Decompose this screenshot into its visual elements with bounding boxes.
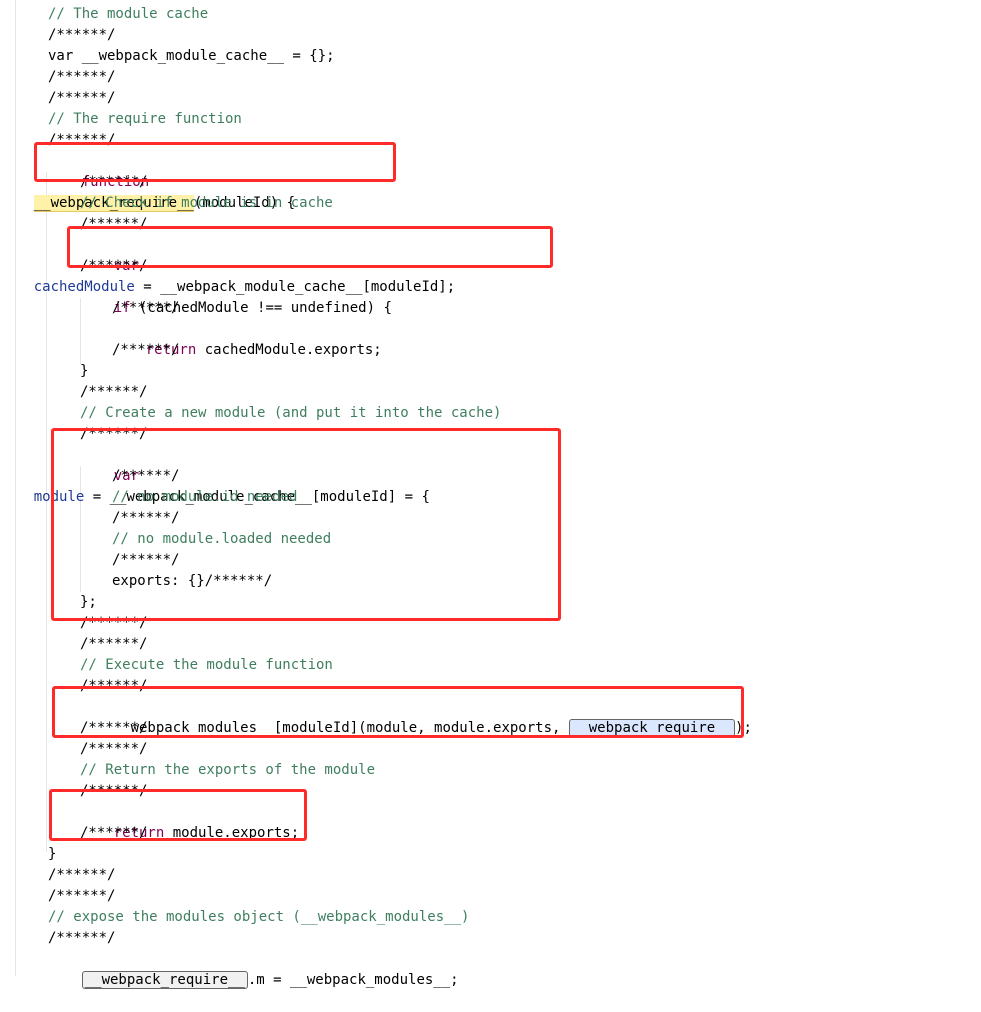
code-line-37: // Return the exports of the module (0, 760, 981, 781)
separator-comment: /******/ (48, 867, 116, 883)
code-line-41: } (0, 844, 981, 865)
code-line-10: // Check if module is in cache (0, 193, 981, 214)
code-line-43: /******/ (0, 886, 981, 907)
module-cache-decl: var __webpack_module_cache__ = {}; (48, 48, 335, 64)
closing-brace: } (48, 846, 57, 862)
code-line-45: /******/ (0, 928, 981, 949)
annotation-box-return (49, 789, 307, 841)
code-line-44: // expose the modules object (__webpack_… (0, 907, 981, 928)
code-line-19: /******/ (0, 382, 981, 403)
comment: // Check if module is in cache (80, 195, 333, 211)
comment: // Return the exports of the module (80, 762, 376, 778)
comment: // The require function (48, 111, 242, 127)
code-line-20: // Create a new module (and put it into … (0, 403, 981, 424)
code-line-1: // The module cache (0, 4, 981, 25)
code-line-46: __webpack_require__ .m = __webpack_module… (0, 949, 981, 989)
code-line-18: } (0, 361, 981, 382)
code-line-2: /******/ (0, 25, 981, 46)
code-line-32: // Execute the module function (0, 655, 981, 676)
modules-assign: .m = __webpack_modules__; (247, 972, 459, 988)
require-reference-box[interactable]: __webpack_require__ (81, 971, 248, 989)
separator-comment: /******/ (48, 69, 116, 85)
annotation-box-execute (52, 686, 744, 738)
comment: // Create a new module (and put it into … (80, 405, 502, 421)
comment: // expose the modules object (__webpack_… (48, 909, 470, 925)
code-line-36: /******/ (0, 739, 981, 760)
code-line-42: /******/ (0, 865, 981, 886)
code-line-6: // The require function (0, 109, 981, 130)
code-line-15: /******/ (0, 298, 981, 319)
separator-comment: /******/ (80, 384, 148, 400)
code-line-5: /******/ (0, 88, 981, 109)
code-line-4: /******/ (0, 67, 981, 88)
separator-comment: /******/ (80, 741, 148, 757)
code-line-14: if (cachedModule !== undefined) { (0, 277, 981, 316)
comment: // Execute the module function (80, 657, 333, 673)
separator-comment: /******/ (80, 636, 148, 652)
code-line-31: /******/ (0, 634, 981, 655)
code-line-16: return cachedModule.exports; (0, 319, 981, 358)
separator-comment: /******/ (48, 930, 116, 946)
separator-comment: /******/ (112, 300, 180, 316)
separator-comment: /******/ (48, 27, 116, 43)
code-line-3: var __webpack_module_cache__ = {}; (0, 46, 981, 67)
annotation-box-new-module (51, 428, 561, 621)
code-line-17: /******/ (0, 340, 981, 361)
separator-comment: /******/ (48, 90, 116, 106)
separator-comment: /******/ (48, 888, 116, 904)
separator-comment: /******/ (112, 342, 180, 358)
code-editor[interactable]: // The module cache /******/ var __webpa… (0, 0, 981, 989)
annotation-box-function (34, 142, 396, 182)
annotation-box-cached-module (67, 226, 553, 268)
comment: // The module cache (48, 6, 209, 22)
closing-brace: } (80, 363, 89, 379)
